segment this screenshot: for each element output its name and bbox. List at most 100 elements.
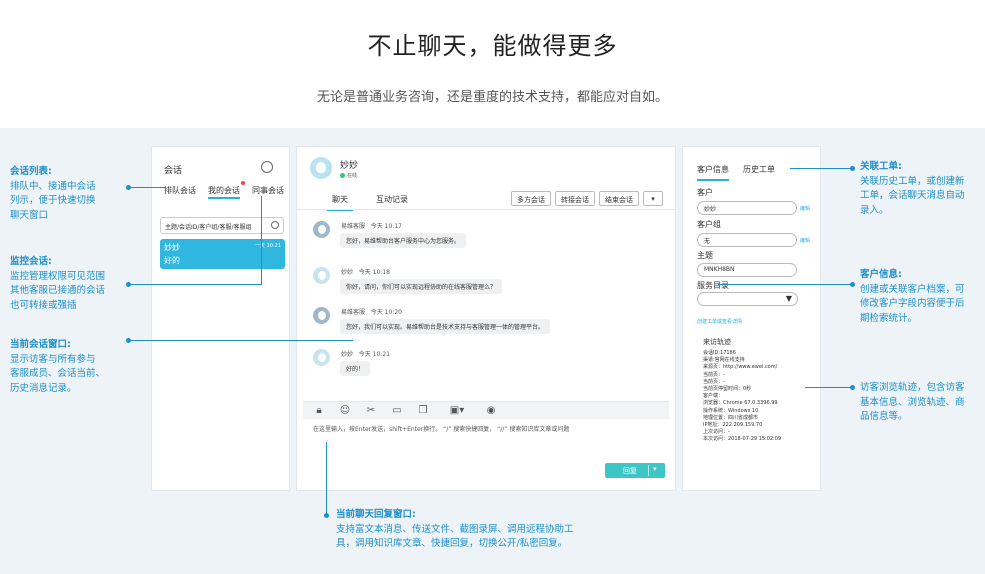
annotation-connector [718, 284, 852, 285]
service-catalog-select[interactable]: ▼ [697, 292, 798, 306]
message-time: 今天 10:18 [358, 269, 390, 276]
hero-subtitle: 无论是普通业务咨询，还是重度的技术支持，都能应对自如。 [316, 90, 668, 105]
reply-toolbar: 🔒︎ ☺ ✂ ▭ ❐ ▣▾ ◉ [303, 401, 669, 419]
annotation-current-window: 当前会话窗口: 显示访客与所有参与 客服成员、会话当前、 历史消息记录。 [10, 338, 105, 396]
session-search-input[interactable]: 主题/会话ID/客户组/客服/客服组 [160, 217, 284, 234]
message-sender: 易维客服 [341, 223, 366, 230]
track-line: 来源页：http://www.ewei.com/ [703, 364, 778, 371]
copy-icon[interactable]: ❐ [417, 405, 429, 417]
annotation-connector [805, 387, 852, 388]
tab-colleague-sessions[interactable]: 同事会话 [252, 185, 284, 199]
message-time: 今天 10:20 [370, 309, 402, 316]
service-catalog-label: 服务目录 [697, 281, 729, 290]
reply-button[interactable]: 回复 ▾ [605, 463, 665, 478]
tab-my-sessions[interactable]: 我的会话 [208, 181, 245, 199]
annotation-connector [128, 284, 262, 285]
contact-name: 妙妙 [340, 161, 359, 171]
annotation-dot [126, 185, 131, 190]
track-line: 当前页：- [703, 378, 725, 385]
annotation-line: 支持富文本消息、传送文件、截图录屏、调用远程协助工 [336, 523, 574, 535]
transfer-button[interactable]: 转接会话 [555, 191, 595, 206]
chat-actions: 多方会话 转接会话 结束会话 ▾ [511, 191, 663, 206]
video-icon[interactable]: ▭ [391, 405, 403, 417]
message-time: 今天 10:17 [370, 223, 402, 230]
track-line: 当前页：- [703, 371, 725, 378]
visit-track-details: 会话ID:17186 渠道:官网在线支持 来源页：http://www.ewei… [703, 350, 781, 444]
annotation-title: 当前会话窗口: [10, 339, 71, 350]
session-list-panel: 会话 排队会话 我的会话 同事会话 主题/会话ID/客户组/客服/客服组 妙妙 … [151, 146, 290, 491]
scissors-icon[interactable]: ✂ [365, 405, 377, 417]
end-session-button[interactable]: 结束会话 [599, 191, 639, 206]
annotation-connector [128, 340, 353, 341]
annotation-line: 监控管理权限可见范围 [10, 270, 106, 282]
tab-my-sessions-label: 我的会话 [208, 186, 240, 195]
customer-edit-link[interactable]: 编辑 [800, 205, 810, 212]
annotation-dot [324, 513, 329, 518]
track-line: 浏览器：Chrome 67.0.3396.99 [703, 400, 778, 407]
lock-icon[interactable]: 🔒︎ [313, 405, 325, 417]
annotation-line: 访客浏览轨迹，包含访客 [860, 382, 965, 393]
annotation-ticket: 关联工单: 关联历史工单，或创建新 工单，会话聊天消息自动 录入。 [860, 160, 965, 218]
session-search-placeholder: 主题/会话ID/客户组/客服/客服组 [165, 224, 252, 231]
customer-info-panel: 客户信息 历史工单 客户 妙妙 编辑 客户组 无 编辑 主题 MNKH8BN 服… [682, 146, 821, 491]
chat-divider [297, 209, 675, 210]
annotation-dot [850, 166, 855, 171]
customer-field[interactable]: 妙妙 [697, 201, 797, 215]
message-bubble: 您好，我们可以实现。易维帮助台是技术支持与客服管理一体的管理平台。 [340, 319, 551, 334]
emoji-icon[interactable]: ☺ [339, 405, 351, 417]
customer-label: 客户 [697, 188, 713, 197]
annotation-connector [128, 187, 166, 188]
chevron-down-icon[interactable]: ▾ [643, 191, 663, 206]
webcam-icon[interactable]: ◉ [485, 405, 497, 417]
message-meta: 妙妙 今天 10:18 [341, 267, 390, 276]
multi-party-button[interactable]: 多方会话 [511, 191, 551, 206]
session-item-name: 妙妙 [164, 243, 180, 252]
annotation-line: 显示访客与所有参与 [10, 353, 96, 365]
subject-label: 主题 [697, 251, 713, 260]
annotation-line: 列示，便于快速切换 [10, 195, 96, 206]
annotation-line: 也可转接或强插 [10, 299, 77, 311]
message-meta: 易维客服 今天 10:20 [341, 307, 402, 316]
annotation-line: 客服成员、会话当前、 [10, 368, 106, 379]
message-sender: 易维客服 [341, 309, 366, 316]
annotation-customer-info: 客户信息: 创建或关联客户档案，可 修改客户字段内容便于后 期检索统计。 [860, 268, 965, 326]
annotation-line: 聊天窗口 [10, 209, 49, 221]
annotation-title: 会话列表: [10, 166, 52, 177]
annotation-line: 其他客服已接通的会话 [10, 285, 106, 296]
session-tabs: 排队会话 我的会话 同事会话 [164, 181, 284, 199]
tab-customer-info[interactable]: 客户信息 [697, 164, 729, 181]
annotation-line: 具，调用知识库文章、快捷回复，切换公开/私密回复。 [336, 538, 568, 549]
annotation-title: 监控会话: [10, 256, 52, 267]
reply-button-divider [648, 465, 649, 476]
search-icon[interactable] [271, 221, 279, 229]
subject-field[interactable]: MNKH8BN [697, 263, 797, 277]
notification-dot-icon [241, 181, 245, 185]
message-sender: 妙妙 [341, 351, 354, 358]
tab-ticket-history[interactable]: 历史工单 [743, 164, 775, 181]
reply-input[interactable]: 在这里输入，按Enter发送，shift+Enter换行。 “/” 搜索快捷回复… [313, 424, 569, 433]
message-bubble: 您好，易维帮助台客户服务中心为您服务。 [340, 233, 467, 248]
annotation-connector [326, 442, 327, 516]
customer-group-field[interactable]: 无 [697, 233, 797, 247]
chevron-down-icon[interactable]: ▾ [653, 465, 657, 473]
session-item-message: 好的 [164, 256, 180, 265]
session-item-time: 一天 10:21 [255, 243, 281, 249]
track-line: 本次访问：2018-07-29 15:02:09 [703, 436, 782, 443]
session-panel-title: 会话 [164, 166, 183, 176]
agent-avatar [313, 307, 330, 324]
annotation-track: 访客浏览轨迹，包含访客 基本信息、浏览轨迹、商 品信息等。 [860, 381, 965, 425]
track-line: 地理位置：四川省成都市 [703, 414, 759, 421]
refresh-icon[interactable] [261, 161, 273, 173]
annotation-dot [850, 282, 855, 287]
hero-section: 不止聊天，能做得更多 无论是普通业务咨询，还是重度的技术支持，都能应对自如。 [0, 0, 985, 128]
customer-group-edit-link[interactable]: 编辑 [800, 237, 810, 244]
tab-queue[interactable]: 排队会话 [164, 185, 196, 199]
visit-track-title: 来访轨迹 [703, 338, 731, 346]
session-list-item[interactable]: 妙妙 好的 一天 10:21 [160, 239, 285, 269]
online-dot-icon [340, 173, 345, 178]
chevron-down-icon: ▼ [785, 294, 792, 303]
window-icon[interactable]: ▣▾ [443, 405, 471, 417]
annotation-monitor: 监控会话: 监控管理权限可见范围 其他客服已接通的会话 也可转接或强插 [10, 255, 105, 313]
annotation-line: 录入。 [860, 204, 889, 216]
create-ticket-link[interactable]: 创建工单或查看详情 [697, 318, 742, 325]
